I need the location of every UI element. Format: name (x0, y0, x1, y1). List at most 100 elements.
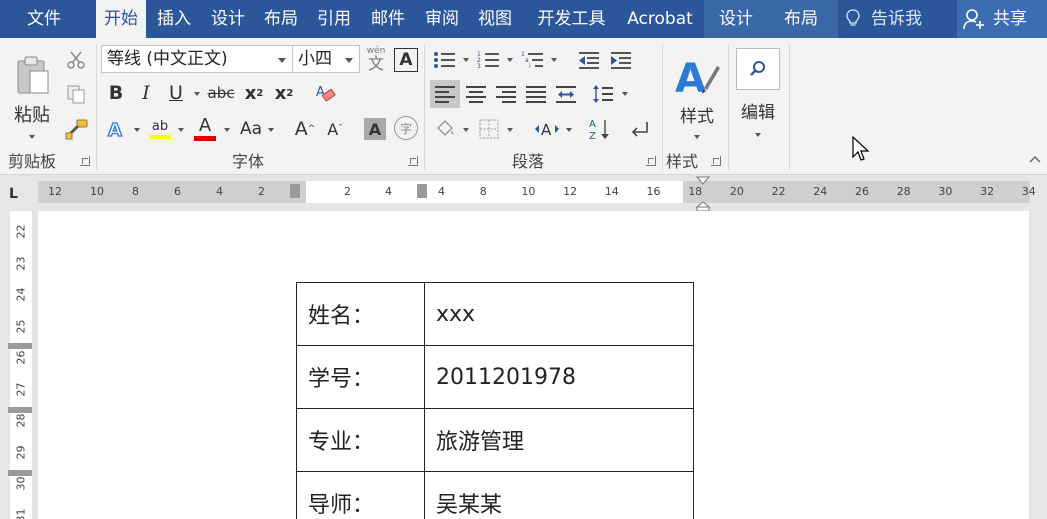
highlight-button[interactable]: ab (146, 116, 174, 142)
table-key-cell[interactable]: 导师： (296, 471, 425, 519)
borders-button[interactable] (476, 116, 502, 142)
chevron-down-icon[interactable] (268, 128, 274, 132)
row-marker[interactable] (8, 343, 32, 349)
character-border-button[interactable]: A (394, 48, 418, 72)
ribbon-tab[interactable]: 设计 (202, 0, 254, 38)
ribbon-tab[interactable]: 布局 (255, 0, 307, 38)
align-right-button[interactable] (492, 80, 520, 108)
tell-me-box[interactable]: 告诉我 (838, 0, 950, 38)
sort-button[interactable]: AZ (588, 116, 612, 142)
ribbon-tab[interactable]: 插入 (148, 0, 200, 38)
chevron-down-icon[interactable] (194, 92, 200, 96)
ribbon-tab[interactable]: 邮件 (361, 0, 415, 38)
increase-indent-button[interactable] (608, 48, 634, 72)
change-case-button[interactable]: Aa (236, 116, 266, 142)
clear-formatting-button[interactable]: A (312, 80, 338, 106)
paste-button[interactable]: 粘贴 (6, 46, 58, 148)
styles-launcher-icon[interactable] (711, 156, 721, 166)
row-marker[interactable] (8, 470, 32, 476)
shading-button[interactable] (432, 116, 458, 142)
ruler-tick-label: 34 (1021, 185, 1036, 198)
chevron-down-icon[interactable] (566, 128, 572, 132)
chevron-down-icon[interactable] (622, 92, 628, 96)
ribbon-tab[interactable]: 引用 (308, 0, 360, 38)
paint-bucket-icon (437, 120, 454, 136)
chevron-down-icon[interactable] (551, 58, 557, 62)
table-key-cell[interactable]: 姓名： (296, 282, 425, 346)
ribbon-tab[interactable]: 审阅 (416, 0, 468, 38)
enclose-characters-button[interactable]: 字 (394, 116, 418, 140)
distributed-button[interactable] (552, 80, 580, 108)
table-value-cell[interactable]: 旅游管理 (424, 408, 694, 472)
chinese-layout-button[interactable]: A (532, 116, 562, 142)
column-marker[interactable] (290, 184, 300, 198)
strikethrough-button[interactable]: abc (206, 80, 236, 106)
cut-button[interactable] (64, 48, 88, 72)
column-marker[interactable] (417, 184, 427, 198)
underline-button[interactable]: U (164, 80, 188, 106)
character-shading-button[interactable]: A (364, 118, 386, 140)
ribbon-tab[interactable]: 布局 (775, 0, 827, 38)
grow-font-button[interactable]: A ^ (292, 116, 318, 142)
group-divider (96, 44, 97, 170)
vertical-ruler[interactable]: 22 23 24 25 26 27 28 29 30 31 (0, 211, 38, 519)
ribbon-tab[interactable]: 文件 (4, 0, 84, 38)
show-marks-button[interactable] (626, 116, 654, 142)
paragraph-launcher-icon[interactable] (646, 156, 656, 166)
font-name-combo[interactable]: 等线 (中文正文) (101, 45, 293, 73)
ribbon-tab[interactable]: 设计 (710, 0, 762, 38)
phonetic-bottom: 文 (367, 53, 384, 73)
chevron-down-icon[interactable] (463, 128, 469, 132)
table-value-cell[interactable]: 吴某某 (424, 471, 694, 519)
chevron-down-icon[interactable] (224, 128, 230, 132)
align-left-button[interactable] (430, 80, 460, 108)
ruler-tick-label: 12 (563, 185, 578, 198)
format-painter-button[interactable] (64, 116, 90, 142)
superscript-button[interactable]: x2 (272, 80, 296, 106)
font-color-button[interactable]: A (192, 116, 218, 142)
styles-button[interactable]: A 样式 (668, 46, 726, 146)
ribbon-tab[interactable]: Acrobat (619, 0, 701, 38)
text-effects-button[interactable]: A (104, 116, 128, 142)
chevron-down-icon[interactable] (178, 128, 184, 132)
indent-marker-icon[interactable] (696, 176, 710, 212)
row-marker[interactable] (8, 407, 32, 413)
collapse-ribbon-icon[interactable] (1028, 154, 1042, 164)
chevron-down-icon[interactable] (507, 128, 513, 132)
table-value-cell[interactable]: 2011201978 (424, 345, 694, 409)
chevron-down-icon[interactable] (507, 58, 513, 62)
ribbon-tab[interactable]: 开始 (96, 0, 146, 38)
group-divider (728, 44, 729, 170)
ribbon-tab[interactable]: 开发工具 (525, 0, 618, 38)
line-spacing-button[interactable] (590, 80, 616, 108)
horizontal-ruler[interactable]: L 12 10 8 6 4 2 2 4 4 8 10 12 14 16 18 20 22 24 26 28 30 32 34 (0, 176, 1047, 212)
share-button[interactable]: 共享 (957, 0, 1047, 38)
font-size-combo[interactable]: 小四 (292, 45, 360, 73)
grow-font-label: A (294, 118, 308, 140)
editing-button[interactable]: 编辑 (734, 44, 782, 140)
copy-button[interactable] (64, 82, 88, 106)
ribbon-tab[interactable]: 视图 (469, 0, 521, 38)
table-value-cell[interactable]: xxx (424, 282, 694, 346)
table-key-cell[interactable]: 专业： (296, 408, 425, 472)
bullets-button[interactable] (432, 48, 458, 72)
numbering-button[interactable]: 123 (476, 48, 502, 72)
styles-icon: A (675, 56, 720, 96)
chevron-down-icon[interactable] (134, 128, 140, 132)
clipboard-launcher-icon[interactable] (80, 156, 90, 166)
shrink-font-button[interactable]: Aˇ (322, 116, 348, 142)
table-key-cell[interactable]: 学号： (296, 345, 425, 409)
tab-selector[interactable]: L (9, 186, 18, 202)
bullet-list-icon (434, 52, 455, 68)
decrease-indent-button[interactable] (576, 48, 602, 72)
subscript-button[interactable]: x2 (242, 80, 266, 106)
chevron-down-icon[interactable] (463, 58, 469, 62)
bold-button[interactable]: B (104, 80, 128, 106)
multilevel-list-button[interactable]: 1ai (520, 48, 546, 72)
info-table[interactable]: 姓名： xxx 学号： 2011201978 专业： 旅游管理 导师： 吴某某 (296, 282, 694, 519)
justify-button[interactable] (522, 80, 550, 108)
align-center-button[interactable] (462, 80, 490, 108)
font-launcher-icon[interactable] (408, 156, 418, 166)
phonetic-guide-button[interactable]: wén 文 (364, 44, 388, 74)
italic-button[interactable]: I (134, 80, 158, 106)
